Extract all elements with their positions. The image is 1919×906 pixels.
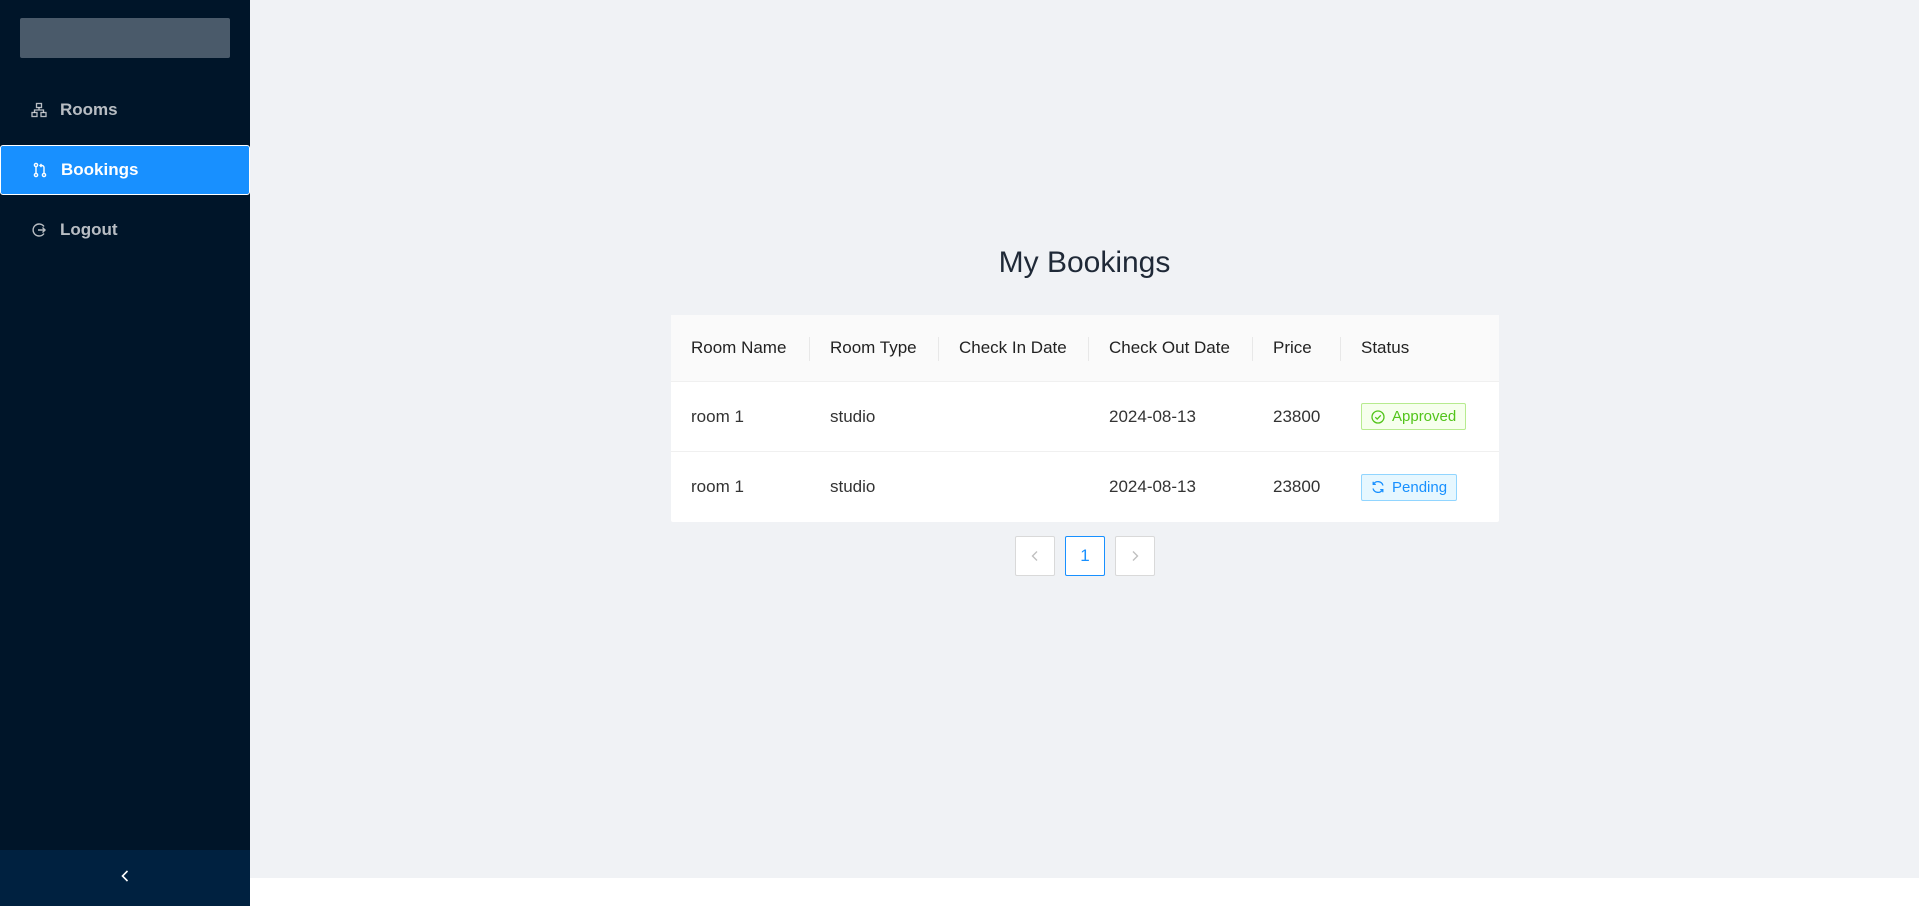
room-name-cell: room 1 <box>691 477 744 496</box>
table-row: room 1 studio 2024-08-13 23800 Pending <box>671 452 1499 522</box>
chevron-right-icon <box>1132 551 1139 561</box>
sidebar-collapse-button[interactable] <box>0 850 250 906</box>
sidebar-item-label: Rooms <box>60 100 118 119</box>
logout-icon <box>30 221 48 239</box>
column-header: Check Out Date <box>1089 315 1253 381</box>
hierarchy-icon <box>30 101 48 119</box>
room-type-cell: studio <box>830 406 876 426</box>
sidebar-item-logout[interactable]: Logout <box>0 205 250 255</box>
logo <box>20 18 230 58</box>
pull-request-icon <box>31 161 49 179</box>
sidebar-item-label: Logout <box>60 220 118 239</box>
check-in-cell <box>939 382 1089 451</box>
table-header-row: Room Name Room Type Check In Date Check … <box>671 315 1499 382</box>
bookings-table: Room Name Room Type Check In Date Check … <box>671 315 1499 522</box>
sidebar: Rooms Bookings Logout <box>0 0 250 906</box>
status-label: Pending <box>1392 478 1448 496</box>
status-cell: Pending <box>1341 452 1499 522</box>
column-header: Status <box>1361 338 1410 357</box>
column-header: Check In Date <box>939 315 1089 381</box>
price-cell: 23800 <box>1273 406 1321 426</box>
pagination-page-button[interactable]: 1 <box>1065 536 1105 576</box>
pagination-next-button[interactable] <box>1115 536 1155 576</box>
sidebar-menu: Rooms Bookings Logout <box>0 85 250 265</box>
room-type-cell: studio <box>830 477 876 496</box>
sidebar-item-bookings[interactable]: Bookings <box>0 145 250 195</box>
check-out-cell: 2024-08-13 <box>1109 477 1196 496</box>
check-in-cell <box>939 452 1089 522</box>
check-circle-icon <box>1371 409 1385 424</box>
chevron-left-icon <box>118 869 132 888</box>
status-badge: Approved <box>1361 403 1467 430</box>
column-header: Room Name <box>671 315 810 381</box>
status-badge: Pending <box>1361 473 1458 501</box>
pagination-prev-button[interactable] <box>1015 536 1055 576</box>
room-name-cell: room 1 <box>691 406 744 426</box>
sidebar-item-label: Bookings <box>61 160 139 179</box>
price-cell: 23800 <box>1273 477 1321 496</box>
status-cell: Approved <box>1341 382 1499 451</box>
chevron-left-icon <box>1031 551 1038 561</box>
main-content: My Bookings Room Name Room Type Check In… <box>250 0 1919 878</box>
page-title: My Bookings <box>998 246 1171 279</box>
check-out-cell: 2024-08-13 <box>1109 406 1196 426</box>
column-header: Price <box>1253 315 1341 381</box>
sidebar-item-rooms[interactable]: Rooms <box>0 85 250 135</box>
sync-icon <box>1372 481 1384 493</box>
pagination: 1 <box>1015 536 1165 576</box>
status-label: Approved <box>1392 408 1457 425</box>
table-row: room 1 studio 2024-08-13 23800 Approved <box>671 382 1499 452</box>
column-header: Room Type <box>810 315 939 381</box>
